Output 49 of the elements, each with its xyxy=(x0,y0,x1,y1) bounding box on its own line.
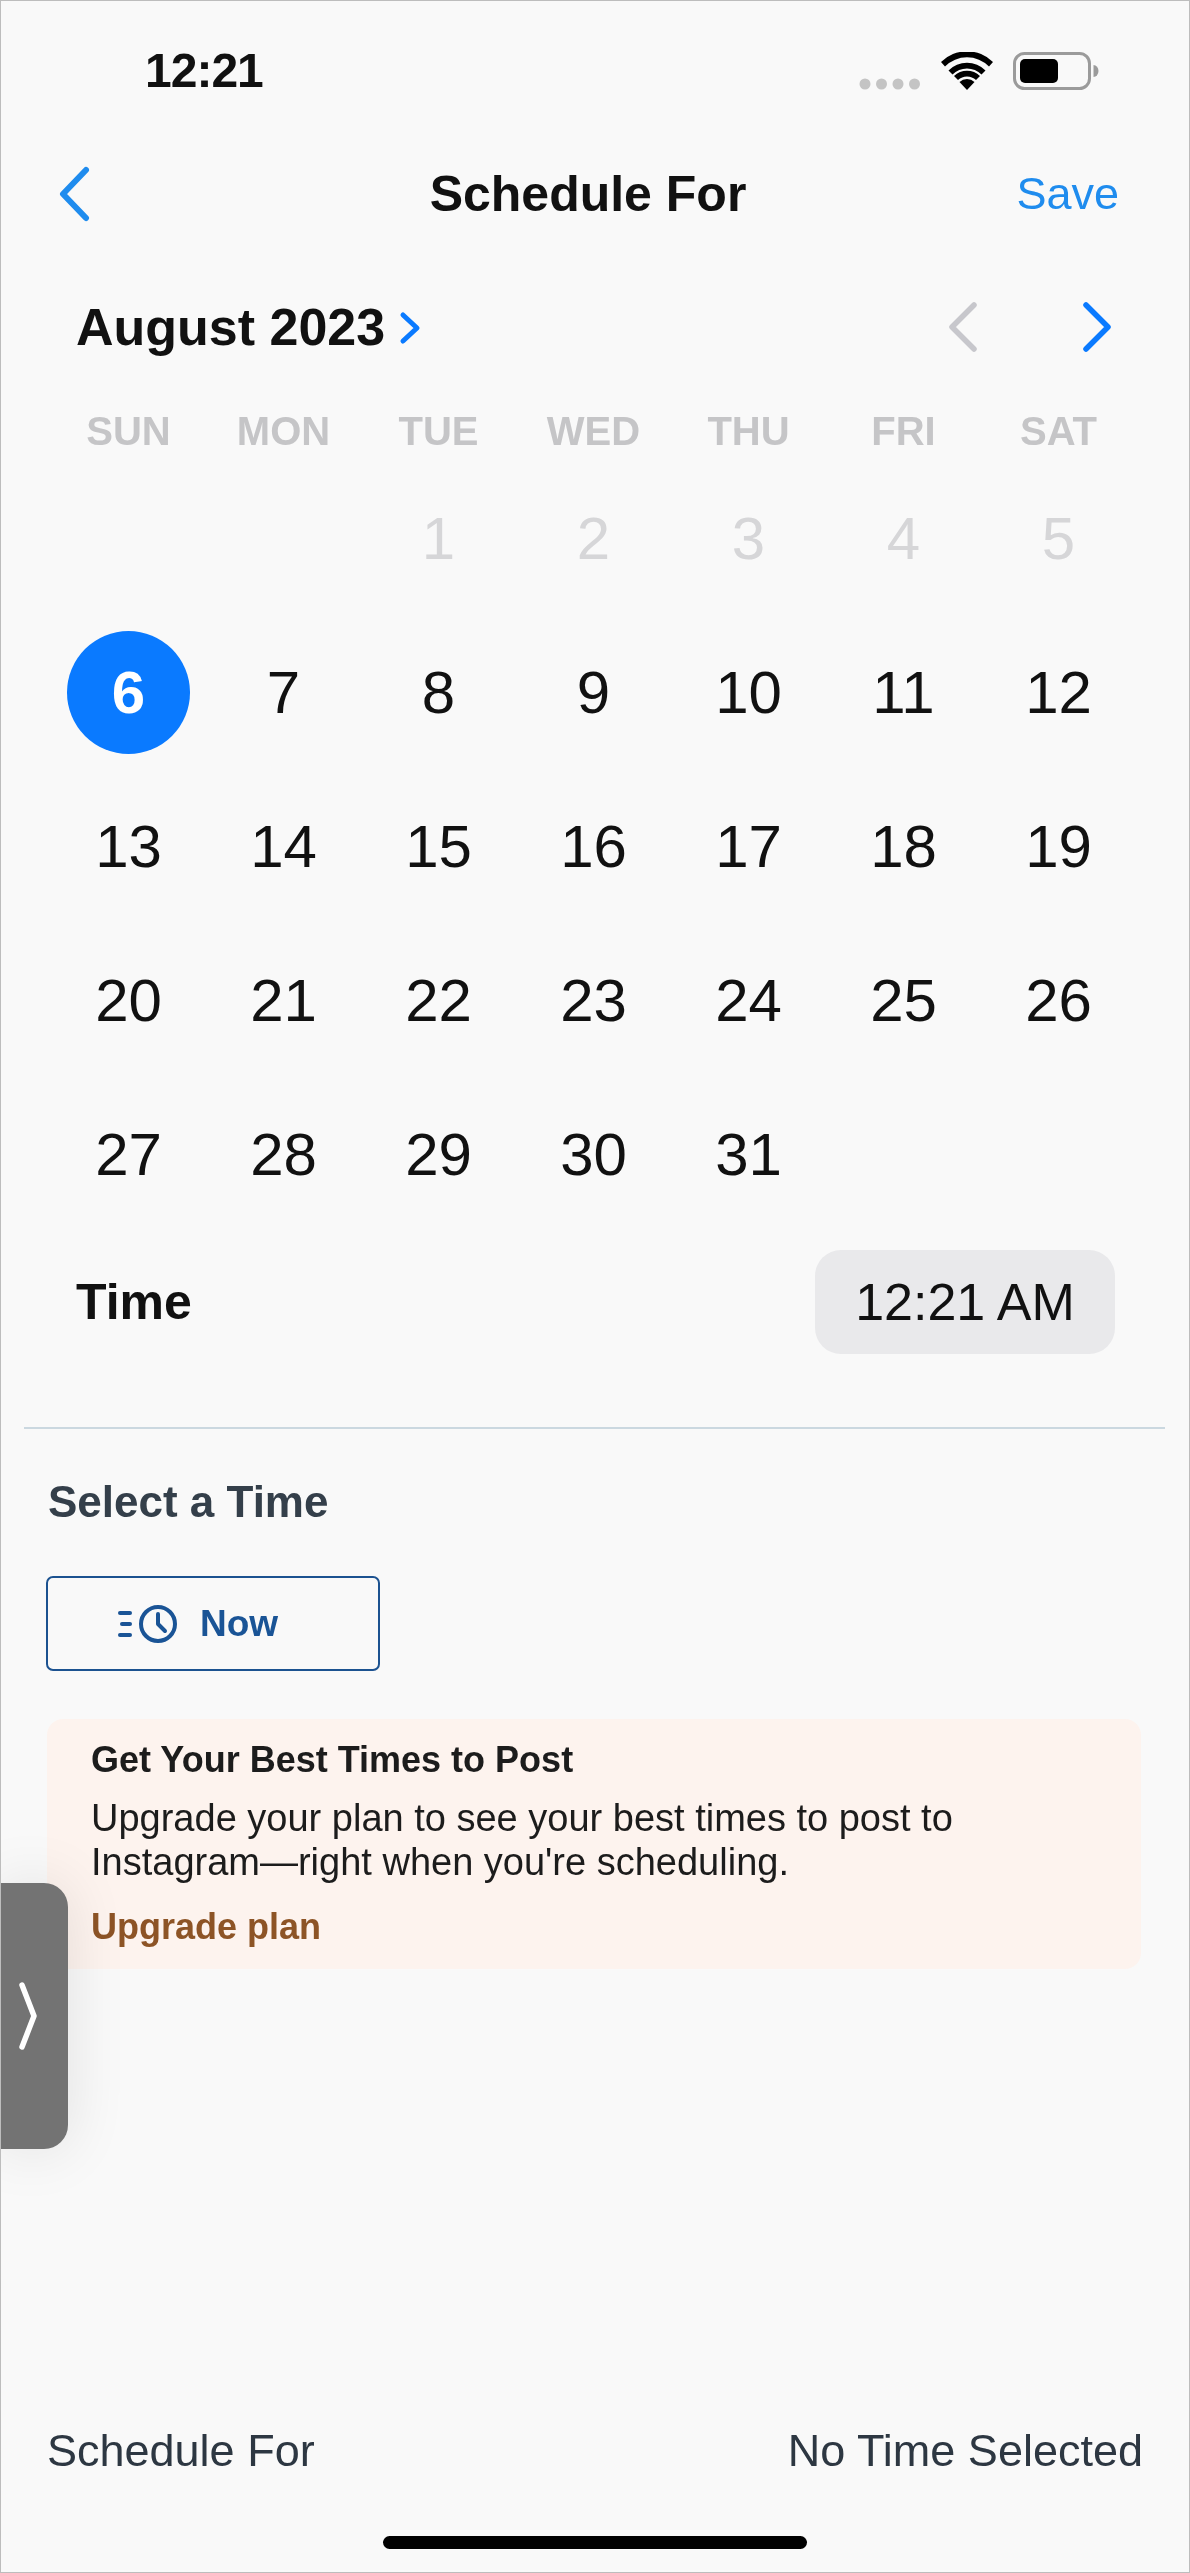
chevron-right-icon xyxy=(399,311,422,345)
battery-icon xyxy=(1013,52,1099,90)
banner-text: Upgrade your plan to see your best times to post to Instagram—right when you're scheduling. xyxy=(91,1796,954,1884)
next-month-button[interactable] xyxy=(1081,301,1113,353)
calendar-day[interactable]: 13 xyxy=(67,784,190,908)
calendar-day[interactable]: 17 xyxy=(687,784,810,908)
calendar-day[interactable]: 29 xyxy=(377,1092,500,1216)
calendar-day[interactable]: 25 xyxy=(842,938,965,1062)
time-label: Time xyxy=(76,1273,192,1332)
time-picker-button[interactable]: 12:21 AM xyxy=(815,1250,1115,1354)
chevron-left-icon xyxy=(947,301,979,353)
calendar-day[interactable]: 20 xyxy=(67,938,190,1062)
calendar-day[interactable]: 19 xyxy=(997,784,1120,908)
section-heading: Select a Time xyxy=(48,1476,329,1528)
calendar-day[interactable]: 16 xyxy=(532,784,655,908)
calendar-day[interactable]: 18 xyxy=(842,784,965,908)
calendar-day[interactable]: 21 xyxy=(222,938,345,1062)
calendar-day[interactable]: 26 xyxy=(997,938,1120,1062)
calendar-day[interactable]: 31 xyxy=(687,1092,810,1216)
calendar-day[interactable]: 30 xyxy=(532,1092,655,1216)
now-button[interactable]: Now xyxy=(46,1576,380,1671)
calendar-day[interactable]: 9 xyxy=(532,630,655,754)
wifi-icon xyxy=(941,52,993,90)
back-button[interactable] xyxy=(57,166,91,222)
signal-dots-icon xyxy=(859,78,921,90)
calendar-day[interactable]: 22 xyxy=(377,938,500,1062)
screen-title: Schedule For xyxy=(429,165,747,224)
calendar-day[interactable]: 24 xyxy=(687,938,810,1062)
upgrade-link[interactable]: Upgrade plan xyxy=(91,1905,322,1949)
calendar-day[interactable]: 27 xyxy=(67,1092,190,1216)
footer-value: No Time Selected xyxy=(787,2424,1143,2478)
calendar-day[interactable]: 6 xyxy=(67,630,190,754)
calendar-day[interactable]: 11 xyxy=(842,630,965,754)
chevron-right-icon xyxy=(1081,301,1113,353)
chevron-left-icon xyxy=(57,166,91,222)
calendar-day[interactable]: 14 xyxy=(222,784,345,908)
calendar-day[interactable]: 28 xyxy=(222,1092,345,1216)
month-picker-button[interactable]: August 2023 xyxy=(76,296,422,358)
calendar-day[interactable]: 8 xyxy=(377,630,500,754)
footer-label: Schedule For xyxy=(47,2424,315,2478)
calendar-day[interactable]: 7 xyxy=(222,630,345,754)
side-drawer-tab[interactable] xyxy=(1,1883,68,2149)
status-time: 12:21 xyxy=(145,43,263,99)
calendar-day[interactable]: 12 xyxy=(997,630,1120,754)
calendar-day[interactable]: 15 xyxy=(377,784,500,908)
banner-title: Get Your Best Times to Post xyxy=(91,1738,574,1782)
calendar-day[interactable]: 23 xyxy=(532,938,655,1062)
clock-icon xyxy=(117,1603,180,1644)
calendar-day[interactable]: 10 xyxy=(687,630,810,754)
